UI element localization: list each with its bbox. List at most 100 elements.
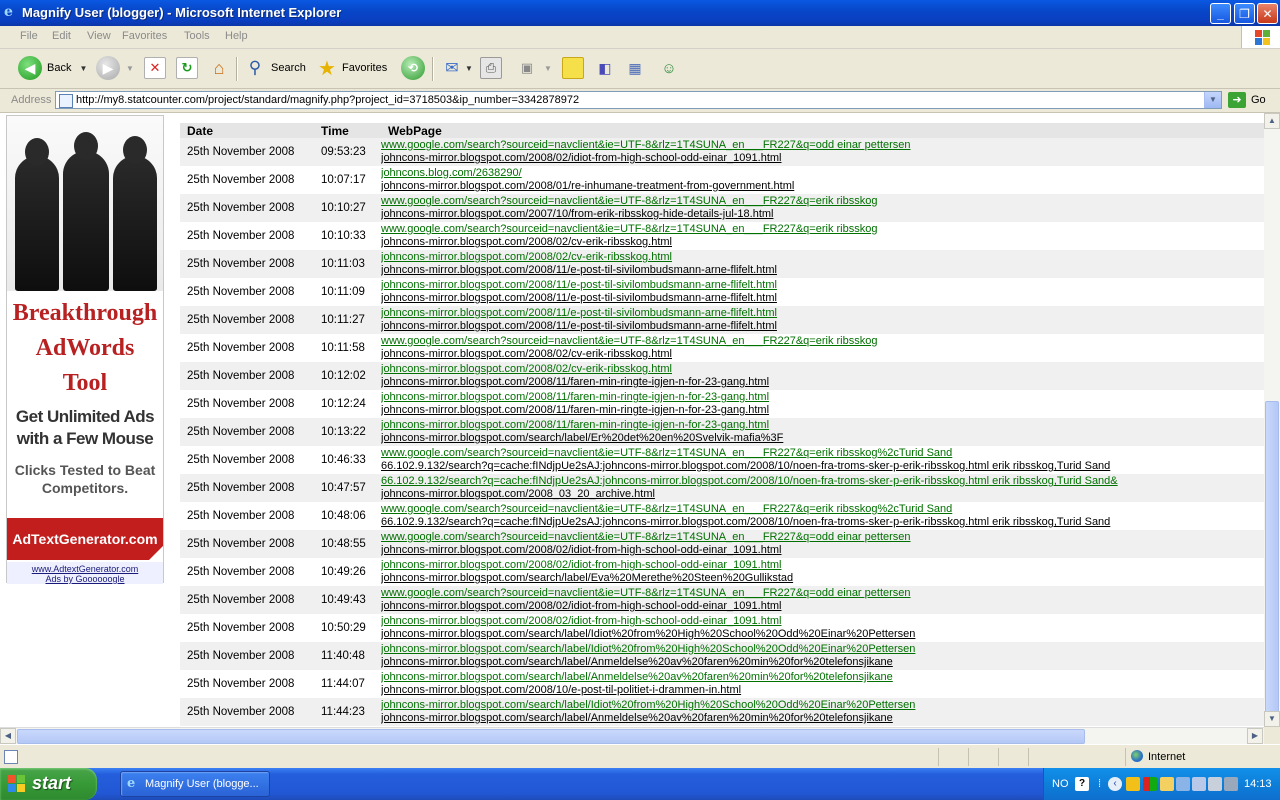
page-link[interactable]: johncons-mirror.blogspot.com/2008/02/cv-… bbox=[381, 348, 1264, 361]
maximize-button[interactable]: ❐ bbox=[1234, 3, 1255, 24]
referrer-link[interactable]: www.google.com/search?sourceid=navclient… bbox=[381, 195, 1264, 208]
page-link[interactable]: johncons-mirror.blogspot.com/2008/11/e-p… bbox=[381, 264, 1264, 277]
stop-button[interactable]: ✕ bbox=[144, 55, 166, 81]
close-button[interactable]: ✕ bbox=[1257, 3, 1278, 24]
messenger-people-button[interactable]: ☺ bbox=[658, 55, 680, 81]
go-arrow-icon[interactable]: ➜ bbox=[1228, 92, 1246, 108]
menu-favorites[interactable]: Favorites bbox=[122, 30, 167, 42]
page-link[interactable]: johncons-mirror.blogspot.com/2008/11/e-p… bbox=[381, 320, 1264, 333]
referrer-link[interactable]: johncons-mirror.blogspot.com/2008/11/e-p… bbox=[381, 279, 1264, 292]
media-button[interactable]: ▦ bbox=[624, 55, 646, 81]
referrer-link[interactable]: johncons-mirror.blogspot.com/2008/02/cv-… bbox=[381, 363, 1264, 376]
scroll-up-icon[interactable]: ▲ bbox=[1264, 113, 1280, 129]
page-link[interactable]: johncons-mirror.blogspot.com/search/labe… bbox=[381, 712, 1264, 725]
referrer-link[interactable]: johncons-mirror.blogspot.com/search/labe… bbox=[381, 643, 1264, 656]
search-button[interactable]: ⚲ Search bbox=[244, 55, 306, 81]
advertisement[interactable]: Breakthrough AdWords Tool Get Unlimited … bbox=[6, 115, 164, 584]
referrer-link[interactable]: johncons.blog.com/2638290/ bbox=[381, 167, 1264, 180]
speaker-icon[interactable] bbox=[1208, 777, 1222, 791]
home-button[interactable]: ⌂ bbox=[208, 55, 230, 81]
mail-dropdown-icon[interactable]: ▼ bbox=[465, 64, 473, 73]
page-link[interactable]: johncons-mirror.blogspot.com/2008/11/far… bbox=[381, 376, 1264, 389]
go-button[interactable]: Go bbox=[1251, 94, 1266, 106]
language-indicator[interactable]: NO bbox=[1052, 778, 1069, 790]
forward-dropdown-icon[interactable]: ▼ bbox=[126, 64, 134, 73]
referrer-link[interactable]: www.google.com/search?sourceid=navclient… bbox=[381, 531, 1264, 544]
page-link[interactable]: johncons-mirror.blogspot.com/search/labe… bbox=[381, 572, 1264, 585]
messenger-button[interactable]: ◧ bbox=[594, 55, 616, 81]
referrer-link[interactable]: johncons-mirror.blogspot.com/2008/11/e-p… bbox=[381, 307, 1264, 320]
forward-button[interactable]: ▶ ▼ bbox=[96, 55, 134, 81]
page-link[interactable]: johncons-mirror.blogspot.com/2008/11/far… bbox=[381, 404, 1264, 417]
address-input[interactable]: http://my8.statcounter.com/project/stand… bbox=[55, 91, 1222, 109]
referrer-link[interactable]: www.google.com/search?sourceid=navclient… bbox=[381, 503, 1264, 516]
page-link[interactable]: johncons-mirror.blogspot.com/2008/02/cv-… bbox=[381, 236, 1264, 249]
back-dropdown-icon[interactable]: ▼ bbox=[79, 64, 87, 73]
page-link[interactable]: johncons-mirror.blogspot.com/2008_03_20_… bbox=[381, 488, 1264, 501]
page-link[interactable]: johncons-mirror.blogspot.com/search/labe… bbox=[381, 628, 1264, 641]
referrer-link[interactable]: johncons-mirror.blogspot.com/search/labe… bbox=[381, 671, 1264, 684]
network-icon[interactable] bbox=[1126, 777, 1140, 791]
print-button[interactable]: ⎙ bbox=[480, 55, 502, 81]
page-link[interactable]: 66.102.9.132/search?q=cache:fINdjpUe2sAJ… bbox=[381, 460, 1264, 473]
back-button[interactable]: ◀ Back ▼ bbox=[18, 55, 87, 81]
show-hidden-icons[interactable]: ‹ bbox=[1108, 777, 1122, 791]
vertical-scroll-thumb[interactable] bbox=[1265, 401, 1279, 714]
antivirus-icon[interactable] bbox=[1176, 777, 1190, 791]
horizontal-scrollbar[interactable]: ◀ ▶ bbox=[0, 727, 1264, 745]
refresh-button[interactable]: ↻ bbox=[176, 55, 198, 81]
ad-by-label[interactable]: Ads by Goooooogle bbox=[7, 574, 163, 584]
page-link[interactable]: johncons-mirror.blogspot.com/2008/02/idi… bbox=[381, 152, 1264, 165]
edit-dropdown-icon[interactable]: ▼ bbox=[544, 64, 552, 73]
referrer-link[interactable]: www.google.com/search?sourceid=navclient… bbox=[381, 447, 1264, 460]
ad-footer-url[interactable]: www.AdtextGenerator.com bbox=[7, 564, 163, 574]
referrer-link[interactable]: johncons-mirror.blogspot.com/2008/02/idi… bbox=[381, 559, 1264, 572]
vertical-scrollbar[interactable]: ▲ ▼ bbox=[1264, 113, 1280, 727]
referrer-link[interactable]: 66.102.9.132/search?q=cache:fINdjpUe2sAJ… bbox=[381, 475, 1264, 488]
referrer-link[interactable]: johncons-mirror.blogspot.com/2008/02/cv-… bbox=[381, 251, 1264, 264]
referrer-link[interactable]: www.google.com/search?sourceid=navclient… bbox=[381, 335, 1264, 348]
referrer-link[interactable]: www.google.com/search?sourceid=navclient… bbox=[381, 587, 1264, 600]
update-icon[interactable] bbox=[1160, 777, 1174, 791]
referrer-link[interactable]: johncons-mirror.blogspot.com/2008/11/far… bbox=[381, 391, 1264, 404]
minimize-button[interactable]: _ bbox=[1210, 3, 1231, 24]
referrer-link[interactable]: johncons-mirror.blogspot.com/2008/11/far… bbox=[381, 419, 1264, 432]
page-link[interactable]: 66.102.9.132/search?q=cache:fINdjpUe2sAJ… bbox=[381, 516, 1264, 529]
security-icon[interactable] bbox=[1143, 777, 1157, 791]
page-link[interactable]: johncons-mirror.blogspot.com/2007/10/fro… bbox=[381, 208, 1264, 221]
taskbar-item-ie[interactable]: e Magnify User (blogge... bbox=[120, 771, 270, 797]
display-icon[interactable] bbox=[1224, 777, 1238, 791]
address-url[interactable]: http://my8.statcounter.com/project/stand… bbox=[76, 94, 579, 106]
address-dropdown-icon[interactable]: ▼ bbox=[1204, 92, 1221, 108]
help-icon[interactable]: ? bbox=[1075, 777, 1089, 791]
page-link[interactable]: johncons-mirror.blogspot.com/search/labe… bbox=[381, 656, 1264, 669]
menu-help[interactable]: Help bbox=[225, 30, 248, 42]
menu-edit[interactable]: Edit bbox=[52, 30, 71, 42]
menu-tools[interactable]: Tools bbox=[184, 30, 210, 42]
referrer-link[interactable]: johncons-mirror.blogspot.com/search/labe… bbox=[381, 699, 1264, 712]
ad-banner[interactable]: AdTextGenerator.com bbox=[7, 518, 163, 560]
page-link[interactable]: johncons-mirror.blogspot.com/2008/11/e-p… bbox=[381, 292, 1264, 305]
favorites-button[interactable]: ★ Favorites bbox=[316, 55, 387, 81]
menu-file[interactable]: File bbox=[20, 30, 38, 42]
mail-button[interactable]: ✉ ▼ bbox=[441, 55, 473, 81]
page-link[interactable]: johncons-mirror.blogspot.com/2008/02/idi… bbox=[381, 544, 1264, 557]
page-link[interactable]: johncons-mirror.blogspot.com/2008/02/idi… bbox=[381, 600, 1264, 613]
page-link[interactable]: johncons-mirror.blogspot.com/search/labe… bbox=[381, 432, 1264, 445]
scroll-right-icon[interactable]: ▶ bbox=[1247, 728, 1263, 744]
start-button[interactable]: start bbox=[0, 768, 97, 800]
referrer-link[interactable]: johncons-mirror.blogspot.com/2008/02/idi… bbox=[381, 615, 1264, 628]
scroll-down-icon[interactable]: ▼ bbox=[1264, 711, 1280, 727]
referrer-link[interactable]: www.google.com/search?sourceid=navclient… bbox=[381, 223, 1264, 236]
ad-footer[interactable]: www.AdtextGenerator.com Ads by Goooooogl… bbox=[7, 562, 163, 584]
scroll-left-icon[interactable]: ◀ bbox=[0, 728, 16, 744]
menu-view[interactable]: View bbox=[87, 30, 111, 42]
edit-button[interactable]: ▣ ▼ bbox=[516, 55, 552, 81]
history-button[interactable]: ⟲ bbox=[401, 55, 425, 81]
horizontal-scroll-thumb[interactable] bbox=[17, 729, 1085, 744]
note-button[interactable] bbox=[562, 55, 584, 81]
referrer-link[interactable]: www.google.com/search?sourceid=navclient… bbox=[381, 139, 1264, 152]
connection-icon[interactable] bbox=[1192, 777, 1206, 791]
page-link[interactable]: johncons-mirror.blogspot.com/2008/10/e-p… bbox=[381, 684, 1264, 697]
page-link[interactable]: johncons-mirror.blogspot.com/2008/01/re-… bbox=[381, 180, 1264, 193]
